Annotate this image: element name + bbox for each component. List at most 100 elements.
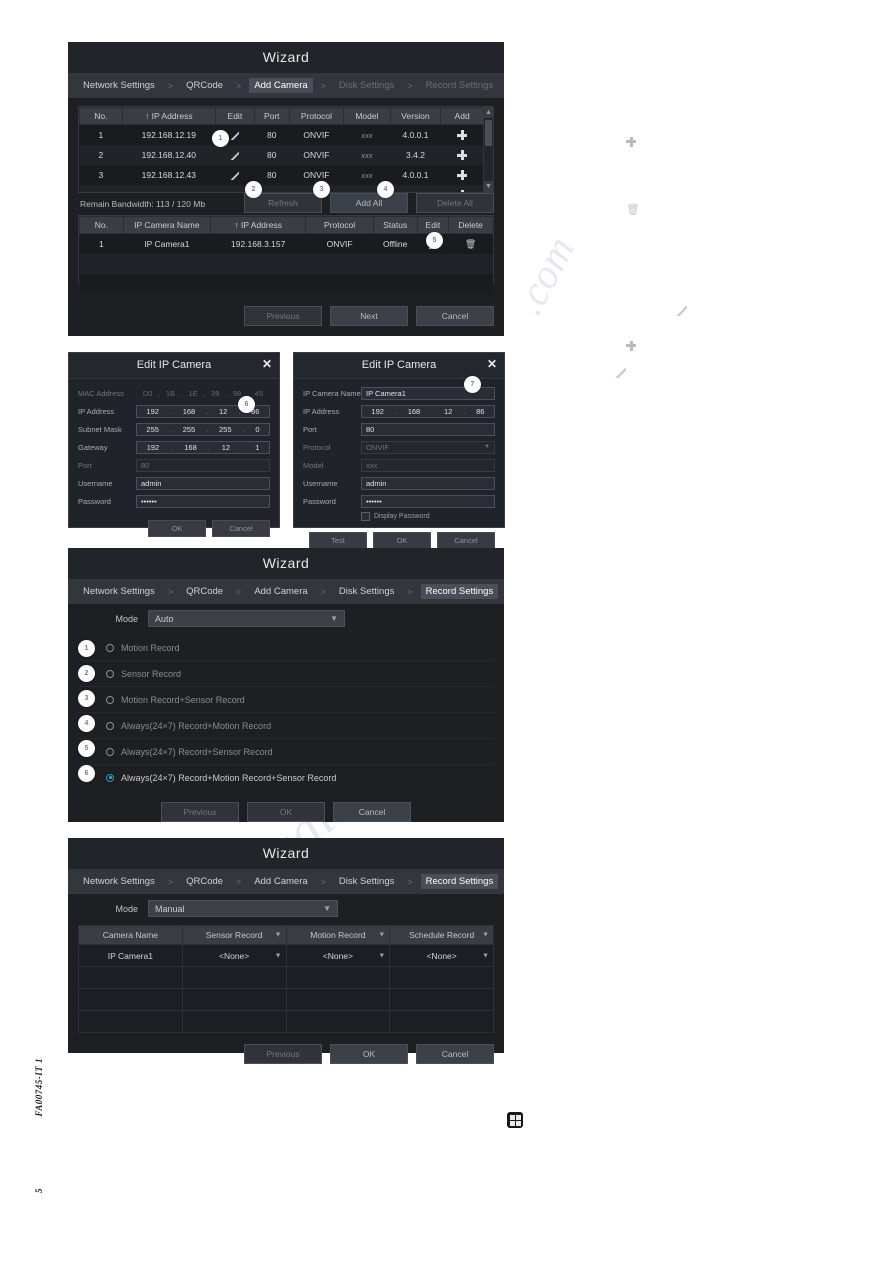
- cell-schedule-record[interactable]: <None> ▼: [389, 944, 494, 967]
- plus-icon[interactable]: [457, 150, 468, 161]
- pencil-icon[interactable]: [230, 171, 240, 181]
- search-table-scrollbar[interactable]: ▲ ▼: [483, 107, 493, 192]
- radio-icon[interactable]: [106, 695, 114, 704]
- mode-select[interactable]: Manual ▼: [148, 900, 338, 917]
- option-always-sensor-record[interactable]: Always(24×7) Record+Sensor Record: [78, 739, 494, 765]
- checkbox-icon[interactable]: [361, 512, 370, 521]
- chevron-down-icon[interactable]: ▼: [482, 952, 489, 959]
- cancel-button[interactable]: Cancel: [437, 532, 495, 549]
- breadcrumb-network-settings[interactable]: Network Settings: [78, 78, 160, 93]
- plus-icon[interactable]: [457, 170, 468, 181]
- pencil-icon[interactable]: [230, 151, 240, 161]
- scrollbar-thumb[interactable]: [485, 120, 492, 146]
- cancel-button[interactable]: Cancel: [416, 1044, 494, 1064]
- table-row[interactable]: IP Camera1 <None> ▼ <None> ▼ <None> ▼: [78, 944, 494, 967]
- radio-icon[interactable]: [106, 643, 114, 652]
- breadcrumb-qrcode[interactable]: QRCode: [181, 874, 228, 889]
- breadcrumb-add-camera[interactable]: Add Camera: [249, 78, 313, 93]
- col-protocol[interactable]: Protocol: [288, 107, 345, 125]
- option-always-motion-sensor-record[interactable]: Always(24×7) Record+Motion Record+Sensor…: [78, 765, 494, 790]
- breadcrumb-disk-settings[interactable]: Disk Settings: [334, 584, 399, 599]
- col-status[interactable]: Status: [372, 216, 418, 234]
- cell-sensor-record[interactable]: <None> ▼: [181, 944, 287, 967]
- mode-select[interactable]: Auto ▼: [148, 610, 345, 627]
- breadcrumb-disk-settings[interactable]: Disk Settings: [334, 874, 399, 889]
- close-icon[interactable]: ✕: [262, 357, 272, 371]
- plus-icon[interactable]: [457, 190, 467, 192]
- display-password-checkbox[interactable]: Display Password: [361, 512, 495, 521]
- previous-button[interactable]: Previous: [244, 306, 322, 326]
- test-button[interactable]: Test: [309, 532, 367, 549]
- plus-icon[interactable]: [457, 130, 468, 141]
- option-motion-sensor-record[interactable]: Motion Record+Sensor Record: [78, 687, 494, 713]
- chevron-down-icon[interactable]: ▼: [378, 952, 385, 959]
- option-sensor-record[interactable]: Sensor Record: [78, 661, 494, 687]
- table-row[interactable]: [78, 966, 494, 989]
- col-sensor-record[interactable]: Sensor Record ▼: [181, 925, 287, 945]
- cancel-button[interactable]: Cancel: [333, 802, 411, 822]
- add-cell[interactable]: [440, 165, 484, 185]
- table-row[interactable]: [78, 988, 494, 1011]
- gateway-input[interactable]: 192. 168. 12. 1: [136, 440, 270, 454]
- col-model[interactable]: Model: [343, 107, 391, 125]
- edit-cell[interactable]: [215, 145, 255, 165]
- ok-button[interactable]: OK: [330, 1044, 408, 1064]
- password-input[interactable]: ••••••: [361, 494, 495, 508]
- table-row[interactable]: 3 192.168.12.43 80 ONVIF xxx 4.0.0.1: [79, 165, 484, 185]
- scroll-down-icon[interactable]: ▼: [484, 181, 493, 192]
- close-icon[interactable]: ✕: [487, 357, 497, 371]
- col-ip-address[interactable]: ↑ IP Address: [210, 216, 307, 234]
- breadcrumb-record-settings[interactable]: Record Settings: [421, 78, 499, 93]
- username-input[interactable]: admin: [361, 476, 495, 490]
- chevron-down-icon[interactable]: ▼: [378, 932, 385, 939]
- ok-button[interactable]: OK: [373, 532, 431, 549]
- chevron-down-icon[interactable]: ▼: [275, 952, 282, 959]
- delete-all-button[interactable]: Delete All: [416, 193, 494, 213]
- col-ip-camera-name[interactable]: IP Camera Name: [122, 216, 212, 234]
- breadcrumb-record-settings[interactable]: Record Settings: [420, 584, 499, 599]
- ok-button[interactable]: OK: [247, 802, 325, 822]
- breadcrumb-disk-settings[interactable]: Disk Settings: [334, 78, 399, 93]
- breadcrumb-network-settings[interactable]: Network Settings: [78, 584, 160, 599]
- col-edit[interactable]: Edit: [214, 107, 255, 125]
- breadcrumb-qrcode[interactable]: QRCode: [181, 584, 228, 599]
- add-cell[interactable]: [440, 185, 484, 192]
- ok-button[interactable]: OK: [148, 520, 206, 537]
- trash-icon[interactable]: 🗑: [465, 239, 476, 250]
- delete-cell[interactable]: 🗑: [448, 233, 493, 254]
- col-edit[interactable]: Edit: [416, 216, 450, 234]
- chevron-down-icon[interactable]: ▼: [275, 932, 282, 939]
- pencil-icon[interactable]: [230, 131, 240, 141]
- breadcrumb-qrcode[interactable]: QRCode: [181, 78, 228, 93]
- table-row[interactable]: 1 192.168.12.19 80 ONVIF xxx 4.0.0.1: [79, 124, 484, 145]
- table-row[interactable]: 4 192.168.12.123 80 ONVIF xxx 3.4.3: [79, 185, 484, 192]
- table-row[interactable]: [79, 274, 493, 294]
- breadcrumb-record-settings[interactable]: Record Settings: [420, 874, 499, 889]
- cancel-button[interactable]: Cancel: [416, 306, 494, 326]
- radio-icon[interactable]: [106, 747, 114, 756]
- col-port[interactable]: Port: [253, 107, 290, 125]
- next-button[interactable]: Next: [330, 306, 408, 326]
- col-schedule-record[interactable]: Schedule Record ▼: [389, 925, 494, 945]
- add-cell[interactable]: [440, 124, 484, 145]
- scroll-up-icon[interactable]: ▲: [484, 107, 493, 118]
- breadcrumb-network-settings[interactable]: Network Settings: [78, 874, 160, 889]
- previous-button[interactable]: Previous: [244, 1044, 322, 1064]
- col-ip-address[interactable]: ↑ IP Address: [121, 107, 216, 125]
- breadcrumb-add-camera[interactable]: Add Camera: [249, 874, 312, 889]
- option-always-motion-record[interactable]: Always(24×7) Record+Motion Record: [78, 713, 494, 739]
- col-version[interactable]: Version: [389, 107, 442, 125]
- add-all-button[interactable]: Add All: [330, 193, 408, 213]
- col-protocol[interactable]: Protocol: [305, 216, 374, 234]
- radio-icon[interactable]: [106, 669, 114, 678]
- table-row[interactable]: [78, 1010, 494, 1033]
- subnet-mask-input[interactable]: 255. 255. 255. 0: [136, 422, 270, 436]
- ip-address-input[interactable]: 192. 168. 12. 86: [361, 404, 495, 418]
- pencil-icon[interactable]: [230, 191, 240, 192]
- table-row[interactable]: 2 192.168.12.40 80 ONVIF xxx 3.4.2: [79, 145, 484, 165]
- col-no[interactable]: No.: [79, 216, 124, 234]
- chevron-down-icon[interactable]: ▼: [482, 932, 489, 939]
- col-add[interactable]: Add: [440, 107, 484, 125]
- username-input[interactable]: admin: [136, 476, 270, 490]
- radio-icon[interactable]: [106, 721, 114, 730]
